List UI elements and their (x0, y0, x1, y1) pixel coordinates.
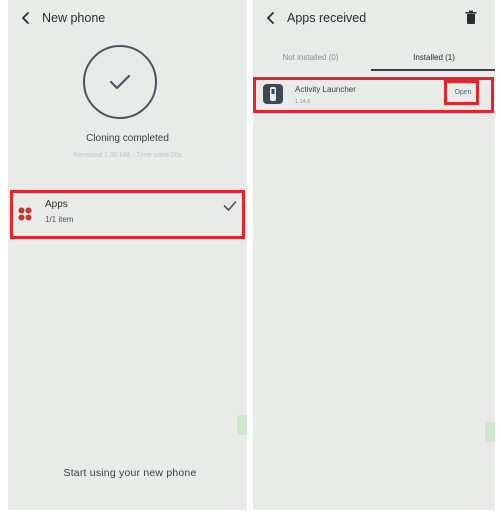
apps-title: Apps (45, 199, 68, 210)
completion-circle (83, 45, 157, 119)
status-subtitle: Received 1.30 MB · Time used 20s (73, 152, 182, 159)
side-handle[interactable] (237, 415, 247, 435)
screen-divider (248, 0, 252, 510)
check-icon (109, 74, 131, 90)
screenshot-stage: New phone Cloning completed Received 1.3… (0, 0, 501, 521)
chevron-left-icon[interactable] (14, 6, 38, 30)
start-using-button[interactable]: Start using your new phone (30, 461, 230, 485)
apps-received-header: Apps received (253, 6, 495, 30)
apps-count: 1/1 item (45, 215, 74, 224)
new-phone-header: New phone (8, 6, 247, 30)
chevron-left-icon[interactable] (259, 6, 283, 30)
app-name: Activity Launcher (295, 85, 356, 94)
check-icon (223, 201, 237, 211)
new-phone-screen: New phone Cloning completed Received 1.3… (8, 0, 247, 510)
trash-icon[interactable] (463, 10, 479, 26)
open-button[interactable]: Open (450, 86, 476, 100)
tab-installed[interactable]: Installed (1) (373, 48, 495, 68)
install-tabs: Not installed (0) Installed (1) (253, 48, 495, 71)
status-title: Cloning completed (86, 133, 169, 144)
page-title: New phone (42, 11, 106, 25)
apps-received-screen: Apps received Not installed (0) Installe… (253, 0, 495, 510)
activity-launcher-app-icon (263, 84, 283, 104)
apps-row[interactable]: Apps 1/1 item (12, 192, 243, 237)
active-tab-indicator (371, 69, 495, 71)
side-handle[interactable] (485, 422, 495, 442)
apps-cluster-icon (18, 207, 32, 221)
page-title: Apps received (287, 11, 367, 25)
tab-not-installed[interactable]: Not installed (0) (253, 48, 368, 68)
app-version: 1.14.6 (295, 99, 311, 105)
